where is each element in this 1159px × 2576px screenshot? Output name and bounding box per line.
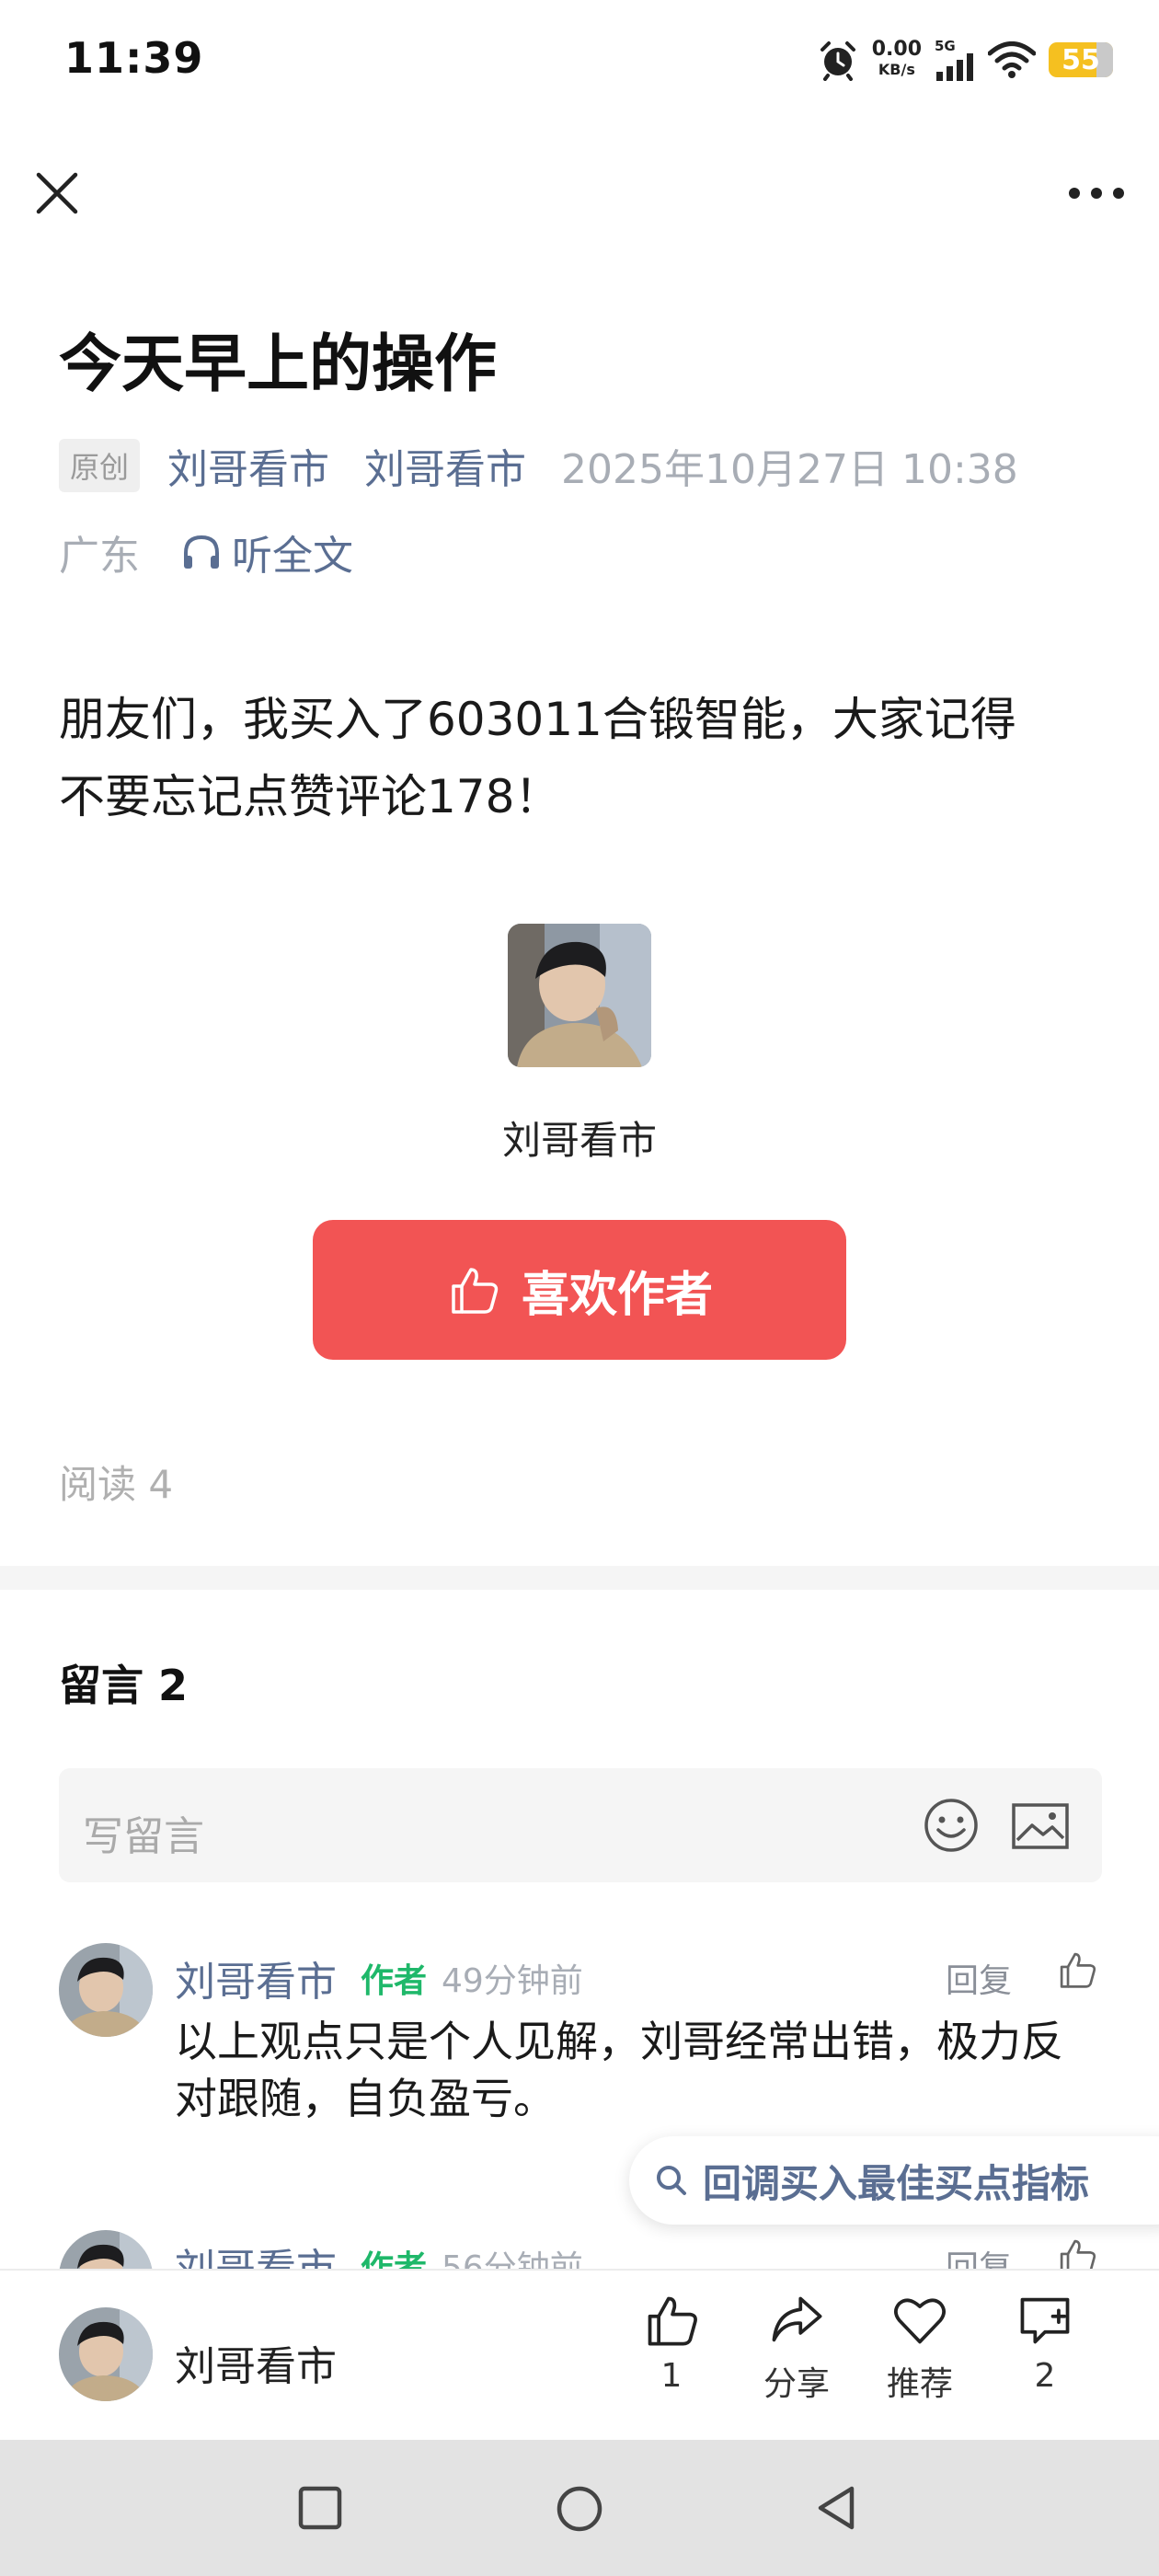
comment-input-placeholder[interactable]: 写留言 [83,1803,204,1862]
original-badge: 原创 [59,439,141,492]
heart-icon [894,2298,946,2344]
comment-avatar[interactable] [59,1943,153,2037]
region-label: 广东 [59,533,140,580]
like-author-button[interactable]: 喜欢作者 [313,1220,846,1360]
square-icon [298,2486,342,2530]
author-card-name: 刘哥看市 [501,1118,657,1163]
back-button[interactable] [813,2484,859,2532]
thumbs-up-icon [452,1268,499,1314]
back-triangle-icon [818,2486,855,2530]
more-button[interactable] [1060,164,1133,223]
bottom-avatar[interactable] [59,2307,153,2401]
close-icon [36,172,78,214]
thumbs-up-icon [648,2296,697,2346]
recommend-label: 推荐 [886,2365,953,2403]
share-icon [772,2296,822,2342]
net-speed: 0.00 KB/s [871,38,922,79]
comment-button[interactable]: 2 [990,2291,1100,2395]
publish-date: 2025年10月27日 10:38 [561,446,1018,493]
search-icon [657,2166,686,2195]
status-time: 11:39 [64,33,204,83]
comment-like-button[interactable] [1056,1949,1098,1991]
emoji-icon [924,1799,978,1852]
status-icons: 0.00 KB/s 5G 55 [817,37,1113,83]
like-button[interactable]: 1 [616,2291,727,2395]
bottom-action-bar [0,2269,1159,2442]
image-button[interactable] [1010,1800,1071,1853]
comment-count: 2 [1034,2357,1056,2395]
comment-icon [1020,2297,1070,2344]
comment-author-name[interactable]: 刘哥看市 [175,1949,337,2007]
share-button[interactable]: 分享 [741,2291,852,2405]
article-title: 今天早上的操作 [59,328,498,401]
article-meta-2: 广东 听全文 [59,523,353,581]
battery-icon: 55 [1049,42,1113,77]
share-label: 分享 [763,2365,830,2403]
recent-apps-button[interactable] [296,2484,344,2532]
more-icon [1069,188,1124,199]
author-tag: 作者 [361,1962,428,2000]
headphones-icon [184,535,219,569]
article-meta: 原创 刘哥看市 刘哥看市 2025年10月27日 10:38 [59,436,1018,495]
search-suggestion-pill[interactable]: 回调买入最佳买点指标 [629,2136,1159,2225]
comment-time: 49分钟前 [442,1962,583,2000]
thumbs-up-icon [1060,1952,1096,1988]
comment-text: 以上观点只是个人见解，刘哥经常出错，极力反 对跟随，自负盈亏。 [175,2017,1063,2123]
bottom-author-name[interactable]: 刘哥看市 [175,2333,337,2392]
section-divider [0,1566,1159,1590]
article-body: 朋友们，我买入了603011合锻智能，大家记得 不要忘记点赞评论178！ [59,693,1016,823]
recommend-button[interactable]: 推荐 [865,2291,975,2405]
home-button[interactable] [555,2484,604,2534]
listen-button[interactable]: 听全文 [180,523,353,581]
read-count: 阅读 4 [59,1462,174,1507]
alarm-icon [820,41,855,81]
circle-icon [557,2486,602,2532]
account-link[interactable]: 刘哥看市 [364,436,526,495]
emoji-button[interactable] [922,1796,981,1855]
image-icon [1012,1803,1069,1849]
like-count: 1 [660,2357,683,2395]
close-button[interactable] [28,164,86,223]
author-link[interactable]: 刘哥看市 [167,436,329,495]
comments-header: 留言 2 [59,1661,189,1710]
reply-button[interactable]: 回复 [946,1954,1012,2002]
wifi-icon [988,41,1036,78]
author-avatar[interactable] [508,924,651,1067]
signal-icon: 5G [935,39,975,81]
